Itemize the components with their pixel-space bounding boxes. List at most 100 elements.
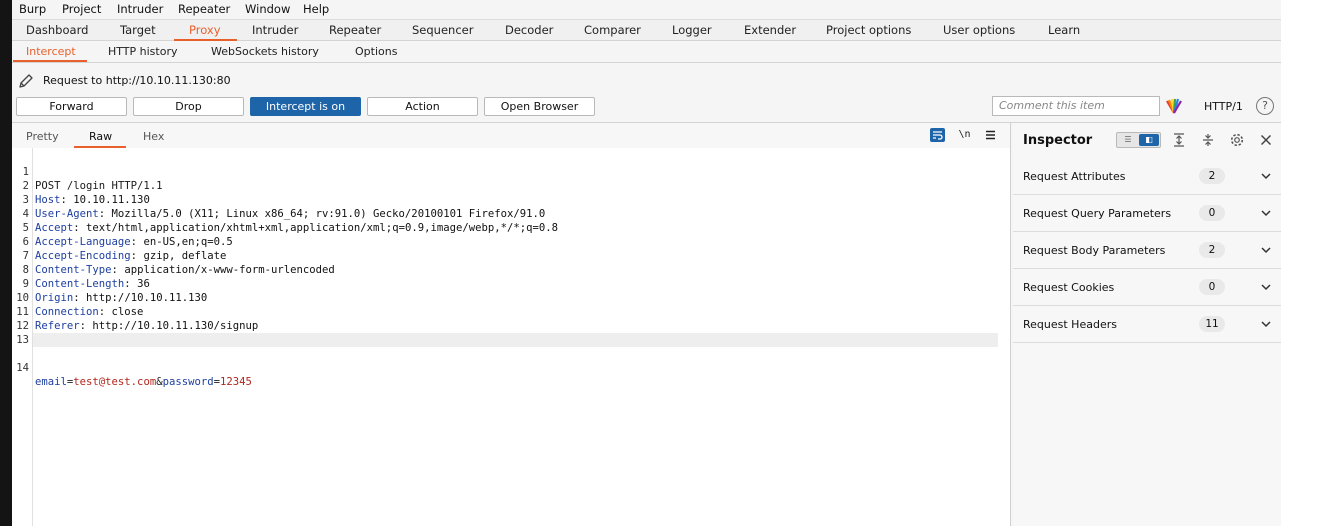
section-label: Request Query Parameters bbox=[1023, 207, 1172, 220]
active-subtab-indicator bbox=[13, 60, 87, 62]
menu-repeater[interactable]: Repeater bbox=[178, 2, 230, 16]
editor-tab-raw[interactable]: Raw bbox=[89, 130, 112, 143]
code-line: 4 Accept: text/html,application/xhtml+xm… bbox=[12, 193, 1010, 234]
code-line: 2 Host: 10.10.11.130 bbox=[12, 165, 1010, 206]
section-count-badge: 0 bbox=[1199, 205, 1225, 221]
chevron-down-icon[interactable] bbox=[1259, 279, 1273, 295]
code-line: 11 Referer: http://10.10.11.130/signup bbox=[12, 291, 1010, 332]
inspector-title: Inspector bbox=[1023, 133, 1093, 148]
inspector-section-query-parameters[interactable]: Request Query Parameters 0 bbox=[1013, 195, 1281, 232]
desktop-background bbox=[1281, 0, 1323, 526]
line-number: 14 bbox=[16, 362, 29, 374]
main-tab-bar: Dashboard Target Proxy Intruder Repeater… bbox=[12, 19, 1281, 41]
section-count-badge: 2 bbox=[1199, 242, 1225, 258]
layout-toggle-icon[interactable]: ☰ ◧ bbox=[1116, 132, 1161, 148]
param-value: 12345 bbox=[220, 376, 252, 388]
editor-tab-hex[interactable]: Hex bbox=[143, 130, 164, 143]
tab-learn[interactable]: Learn bbox=[1048, 23, 1080, 37]
collapse-icon[interactable] bbox=[1200, 132, 1216, 148]
subtab-options[interactable]: Options bbox=[355, 45, 397, 58]
editor-tab-bar: Pretty Raw Hex \n bbox=[12, 123, 1010, 148]
param-name: email bbox=[35, 376, 67, 388]
proxy-subtab-bar: Intercept HTTP history WebSockets histor… bbox=[12, 41, 1281, 63]
active-editor-tab-indicator bbox=[74, 146, 126, 148]
action-button[interactable]: Action bbox=[367, 97, 478, 116]
color-picker-icon[interactable] bbox=[1165, 97, 1183, 115]
word-wrap-icon[interactable] bbox=[930, 128, 945, 142]
tab-logger[interactable]: Logger bbox=[672, 23, 712, 37]
subtab-intercept[interactable]: Intercept bbox=[26, 45, 76, 58]
menu-intruder[interactable]: Intruder bbox=[117, 2, 163, 16]
tab-extender[interactable]: Extender bbox=[744, 23, 796, 37]
code-line: 7 Content-Type: application/x-www-form-u… bbox=[12, 235, 1010, 276]
chevron-down-icon[interactable] bbox=[1259, 242, 1273, 258]
tab-comparer[interactable]: Comparer bbox=[584, 23, 641, 37]
section-label: Request Body Parameters bbox=[1023, 244, 1166, 257]
section-count-badge: 2 bbox=[1199, 168, 1225, 184]
layout-panel-option[interactable]: ◧ bbox=[1139, 134, 1159, 146]
menu-burp[interactable]: Burp bbox=[19, 2, 46, 16]
section-label: Request Cookies bbox=[1023, 281, 1115, 294]
param-value: test@test.com bbox=[73, 376, 157, 388]
section-label: Request Headers bbox=[1023, 318, 1117, 331]
inspector-section-body-parameters[interactable]: Request Body Parameters 2 bbox=[1013, 232, 1281, 269]
tab-dashboard[interactable]: Dashboard bbox=[26, 23, 88, 37]
code-line: 1 POST /login HTTP/1.1 bbox=[12, 151, 1010, 192]
menu-project[interactable]: Project bbox=[62, 2, 101, 16]
code-line: 13 bbox=[12, 319, 1010, 346]
split-pane-divider[interactable] bbox=[1010, 123, 1011, 526]
section-count-badge: 0 bbox=[1199, 279, 1225, 295]
menu-window[interactable]: Window bbox=[245, 2, 290, 16]
code-line: 3 User-Agent: Mozilla/5.0 (X11; Linux x8… bbox=[12, 179, 1010, 220]
layout-list-option[interactable]: ☰ bbox=[1119, 135, 1137, 145]
pencil-icon[interactable] bbox=[18, 73, 34, 89]
code-line-current: 14 email=test@test.com&password=12345 bbox=[12, 333, 1010, 388]
close-icon[interactable] bbox=[1258, 132, 1274, 148]
editor-tab-pretty[interactable]: Pretty bbox=[26, 130, 59, 143]
chevron-down-icon[interactable] bbox=[1259, 205, 1273, 221]
param-name: password bbox=[162, 376, 214, 388]
gear-icon[interactable] bbox=[1229, 132, 1245, 148]
drop-button[interactable]: Drop bbox=[133, 97, 244, 116]
tab-sequencer[interactable]: Sequencer bbox=[412, 23, 473, 37]
tab-decoder[interactable]: Decoder bbox=[505, 23, 553, 37]
inspector-section-request-attributes[interactable]: Request Attributes 2 bbox=[1013, 158, 1281, 195]
section-label: Request Attributes bbox=[1023, 170, 1126, 183]
open-browser-button[interactable]: Open Browser bbox=[484, 97, 595, 116]
tab-target[interactable]: Target bbox=[120, 23, 156, 37]
chevron-down-icon[interactable] bbox=[1259, 168, 1273, 184]
tab-project-options[interactable]: Project options bbox=[826, 23, 911, 37]
expand-icon[interactable] bbox=[1171, 132, 1187, 148]
chevron-down-icon[interactable] bbox=[1259, 316, 1273, 332]
request-editor[interactable]: Pretty Raw Hex \n 1 POST /login HTTP/1.1… bbox=[12, 123, 1010, 526]
tab-proxy[interactable]: Proxy bbox=[189, 23, 221, 37]
subtab-websockets-history[interactable]: WebSockets history bbox=[211, 45, 319, 58]
code-line: 10 Connection: close bbox=[12, 277, 1010, 318]
comment-input[interactable]: Comment this item bbox=[992, 96, 1160, 116]
menu-help[interactable]: Help bbox=[303, 2, 329, 16]
forward-button[interactable]: Forward bbox=[16, 97, 127, 116]
code-line: 8 Content-Length: 36 bbox=[12, 249, 1010, 290]
request-target-label: Request to http://10.10.11.130:80 bbox=[43, 74, 231, 87]
code-line: 6 Accept-Encoding: gzip, deflate bbox=[12, 221, 1010, 262]
menu-bar: Burp Project Intruder Repeater Window He… bbox=[12, 0, 1281, 18]
section-count-badge: 11 bbox=[1199, 316, 1225, 332]
inspector-section-cookies[interactable]: Request Cookies 0 bbox=[1013, 269, 1281, 306]
newline-icon[interactable]: \n bbox=[957, 128, 972, 142]
hamburger-menu-icon[interactable] bbox=[983, 128, 998, 142]
intercept-toggle-button[interactable]: Intercept is on bbox=[250, 97, 361, 116]
current-line-highlight bbox=[33, 333, 998, 347]
code-line: 12 Upgrade-Insecure-Requests: 1 bbox=[12, 305, 1010, 346]
http-version-label[interactable]: HTTP/1 bbox=[1204, 100, 1243, 113]
request-code[interactable]: 1 POST /login HTTP/1.1 2 Host: 10.10.11.… bbox=[12, 151, 1010, 388]
tab-repeater[interactable]: Repeater bbox=[329, 23, 381, 37]
subtab-http-history[interactable]: HTTP history bbox=[108, 45, 177, 58]
code-line: 5 Accept-Language: en-US,en;q=0.5 bbox=[12, 207, 1010, 248]
window-left-edge bbox=[0, 0, 12, 526]
inspector-section-headers[interactable]: Request Headers 11 bbox=[1013, 306, 1281, 343]
code-line: 9 Origin: http://10.10.11.130 bbox=[12, 263, 1010, 304]
tab-user-options[interactable]: User options bbox=[943, 23, 1015, 37]
help-icon[interactable]: ? bbox=[1256, 97, 1274, 115]
tab-intruder[interactable]: Intruder bbox=[252, 23, 298, 37]
inspector-panel: Inspector ☰ ◧ Request Attributes 2 Reque… bbox=[1013, 123, 1281, 526]
